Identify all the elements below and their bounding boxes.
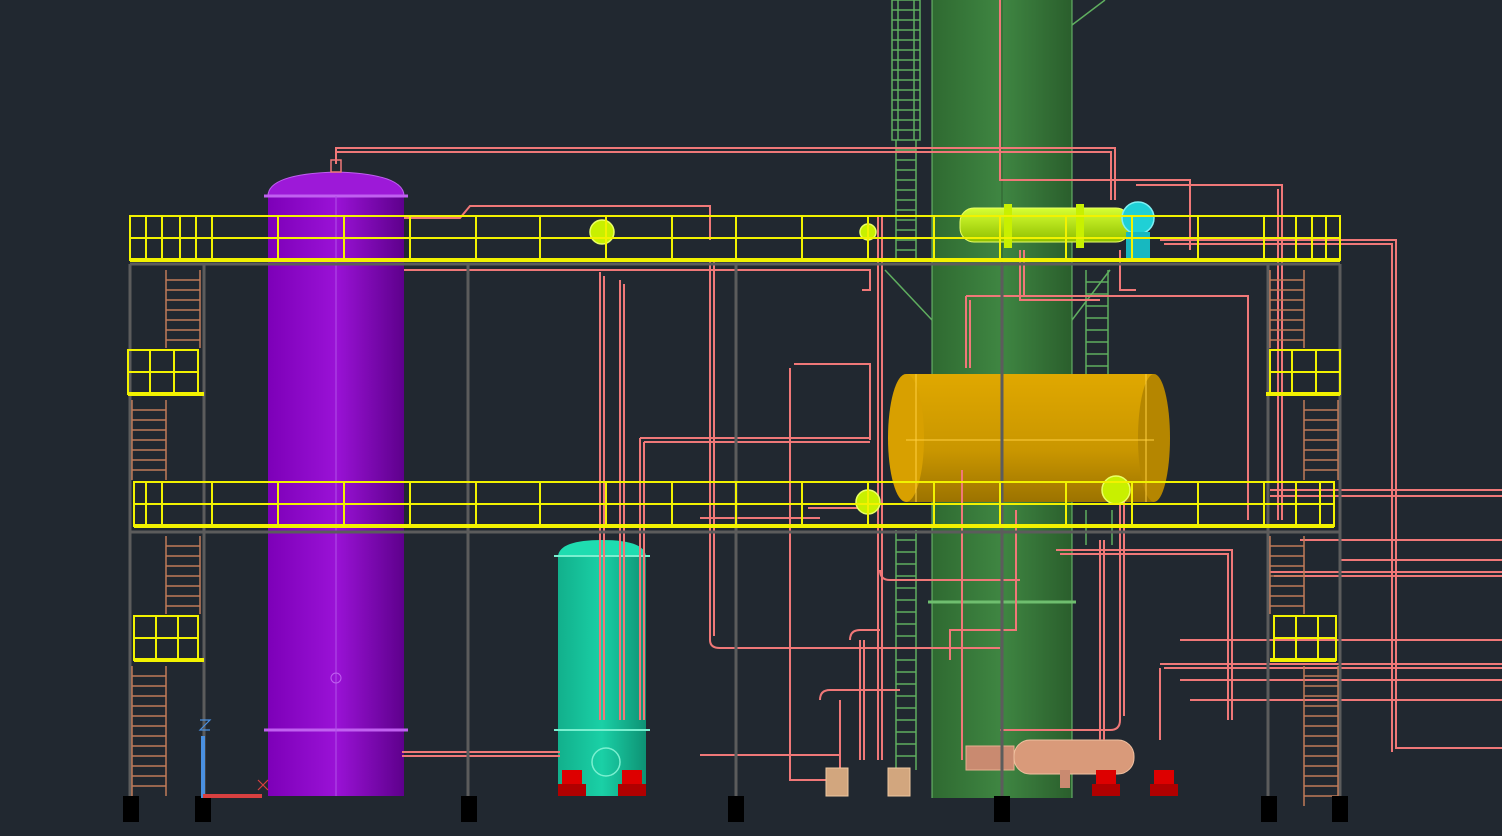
pump[interactable]	[1092, 770, 1120, 796]
pump[interactable]	[1150, 770, 1178, 796]
plant-elevation-drawing[interactable]	[0, 0, 1502, 836]
pump[interactable]	[618, 770, 646, 796]
cad-model-viewport[interactable]	[0, 0, 1502, 836]
ucs-axis-icon	[198, 719, 269, 798]
equipment-skids	[825, 767, 911, 797]
foundation-footings	[123, 796, 1348, 822]
teal-vessel[interactable]	[554, 540, 650, 796]
pump[interactable]	[558, 770, 586, 796]
purple-tower-vessel[interactable]	[264, 159, 408, 796]
